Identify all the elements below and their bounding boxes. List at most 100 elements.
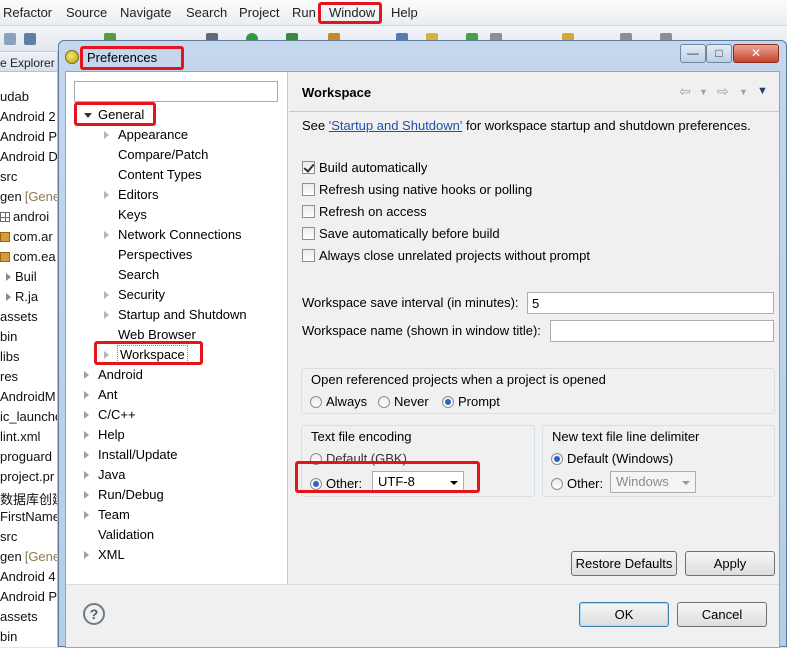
menu-search[interactable]: Search xyxy=(186,5,227,20)
never-radio[interactable]: Never xyxy=(378,394,429,409)
explorer-row[interactable]: libs xyxy=(0,349,20,369)
other-encoding-radio[interactable]: Other: xyxy=(310,476,362,491)
prompt-radio[interactable]: Prompt xyxy=(442,394,500,409)
radio-circle[interactable] xyxy=(310,396,322,408)
explorer-row[interactable]: proguard xyxy=(0,449,52,469)
explorer-row[interactable]: R.ja xyxy=(0,289,38,309)
expand-arrow-icon[interactable] xyxy=(6,293,11,301)
save-interval-input[interactable] xyxy=(527,292,774,314)
collapse-arrow-icon[interactable] xyxy=(84,113,92,118)
expand-arrow-icon[interactable] xyxy=(84,391,89,399)
help-icon[interactable]: ? xyxy=(83,603,105,625)
copy-icon[interactable] xyxy=(4,33,16,45)
explorer-row[interactable]: src xyxy=(0,169,17,189)
build-automatically-checkbox[interactable]: Build automatically xyxy=(302,160,427,180)
explorer-row[interactable]: Android P xyxy=(0,129,57,149)
package-explorer-tab[interactable]: e Explorer xyxy=(0,52,57,72)
forward-arrow-icon[interactable]: ⇨ xyxy=(717,83,729,100)
explorer-row[interactable]: ic_launche xyxy=(0,409,57,429)
explorer-row[interactable]: com.ea xyxy=(0,249,56,269)
view-menu-icon[interactable]: ▼ xyxy=(757,85,768,97)
explorer-row[interactable]: androi xyxy=(0,209,49,229)
explorer-row[interactable]: Android D xyxy=(0,149,57,169)
checkbox-box[interactable] xyxy=(302,183,315,196)
explorer-row[interactable]: gen [Gene xyxy=(0,549,57,569)
expand-arrow-icon[interactable] xyxy=(84,451,89,459)
workspace-name-input[interactable] xyxy=(550,320,774,342)
explorer-row[interactable]: Android P xyxy=(0,589,57,609)
refresh-on-access-checkbox[interactable]: Refresh on access xyxy=(302,204,427,224)
expand-arrow-icon[interactable] xyxy=(84,411,89,419)
forward-menu-chevron-icon[interactable]: ▼ xyxy=(739,87,748,97)
explorer-row[interactable]: gen [Gene xyxy=(0,189,57,209)
menu-navigate[interactable]: Navigate xyxy=(120,5,171,20)
expand-arrow-icon[interactable] xyxy=(84,511,89,519)
filter-input[interactable] xyxy=(74,81,278,102)
explorer-row[interactable]: assets xyxy=(0,609,38,629)
dialog-titlebar[interactable]: Preferences — □ ✕ xyxy=(59,41,786,71)
expand-arrow-icon[interactable] xyxy=(104,191,109,199)
expand-arrow-icon[interactable] xyxy=(6,273,11,281)
always-radio[interactable]: Always xyxy=(310,394,367,409)
explorer-row[interactable]: assets xyxy=(0,309,38,329)
expand-arrow-icon[interactable] xyxy=(104,131,109,139)
explorer-row[interactable]: 数据库创建 xyxy=(0,489,57,509)
radio-circle[interactable] xyxy=(551,478,563,490)
explorer-row[interactable]: AndroidM xyxy=(0,389,56,409)
explorer-row[interactable]: res xyxy=(0,369,18,389)
explorer-row[interactable]: Android 2 xyxy=(0,109,56,129)
expand-arrow-icon[interactable] xyxy=(104,351,109,359)
startup-shutdown-link[interactable]: 'Startup and Shutdown' xyxy=(329,118,463,133)
apply-button[interactable]: Apply xyxy=(685,551,775,576)
explorer-row[interactable]: Android 4 xyxy=(0,569,56,589)
save-before-build-checkbox[interactable]: Save automatically before build xyxy=(302,226,500,246)
encoding-combo[interactable]: UTF-8 xyxy=(372,471,464,493)
radio-circle[interactable] xyxy=(378,396,390,408)
ok-button[interactable]: OK xyxy=(579,602,669,627)
menu-project[interactable]: Project xyxy=(239,5,279,20)
menu-source[interactable]: Source xyxy=(66,5,107,20)
checkbox-box[interactable] xyxy=(302,205,315,218)
radio-circle[interactable] xyxy=(310,478,322,490)
explorer-row[interactable]: Buil xyxy=(0,269,37,289)
save-icon[interactable] xyxy=(24,33,36,45)
checkbox-box[interactable] xyxy=(302,227,315,240)
refresh-native-hooks-checkbox[interactable]: Refresh using native hooks or polling xyxy=(302,182,532,202)
expand-arrow-icon[interactable] xyxy=(84,471,89,479)
other-delimiter-radio[interactable]: Other: xyxy=(551,476,603,491)
expand-arrow-icon[interactable] xyxy=(104,311,109,319)
radio-circle[interactable] xyxy=(442,396,454,408)
explorer-row[interactable]: project.pr xyxy=(0,469,54,489)
radio-circle[interactable] xyxy=(551,453,563,465)
menu-window[interactable]: Window xyxy=(329,5,375,20)
expand-arrow-icon[interactable] xyxy=(84,491,89,499)
default-delimiter-radio[interactable]: Default (Windows) xyxy=(551,451,673,466)
expand-arrow-icon[interactable] xyxy=(84,431,89,439)
checkbox-box[interactable] xyxy=(302,161,315,174)
close-button[interactable]: ✕ xyxy=(733,44,779,63)
dropdown-arrow-icon[interactable] xyxy=(450,481,458,485)
maximize-button[interactable]: □ xyxy=(706,44,732,63)
explorer-row[interactable]: src xyxy=(0,529,17,549)
radio-circle[interactable] xyxy=(310,453,322,465)
explorer-row[interactable]: lint.xml xyxy=(0,429,40,449)
menu-run[interactable]: Run xyxy=(292,5,316,20)
explorer-row[interactable]: FirstName xyxy=(0,509,57,529)
menu-help[interactable]: Help xyxy=(391,5,418,20)
close-unrelated-projects-checkbox[interactable]: Always close unrelated projects without … xyxy=(302,248,590,268)
explorer-row[interactable]: com.ar xyxy=(0,229,53,249)
expand-arrow-icon[interactable] xyxy=(84,551,89,559)
checkbox-box[interactable] xyxy=(302,249,315,262)
cancel-button[interactable]: Cancel xyxy=(677,602,767,627)
explorer-row[interactable]: udab xyxy=(0,89,29,109)
expand-arrow-icon[interactable] xyxy=(104,291,109,299)
back-arrow-icon[interactable]: ⇦ xyxy=(679,83,691,100)
expand-arrow-icon[interactable] xyxy=(104,231,109,239)
explorer-row[interactable]: bin xyxy=(0,329,17,349)
menu-refactor[interactable]: Refactor xyxy=(3,5,52,20)
explorer-row[interactable]: bin xyxy=(0,629,17,647)
default-encoding-radio[interactable]: Default (GBK) xyxy=(310,451,407,466)
expand-arrow-icon[interactable] xyxy=(84,371,89,379)
back-menu-chevron-icon[interactable]: ▼ xyxy=(699,87,708,97)
minimize-button[interactable]: — xyxy=(680,44,706,63)
